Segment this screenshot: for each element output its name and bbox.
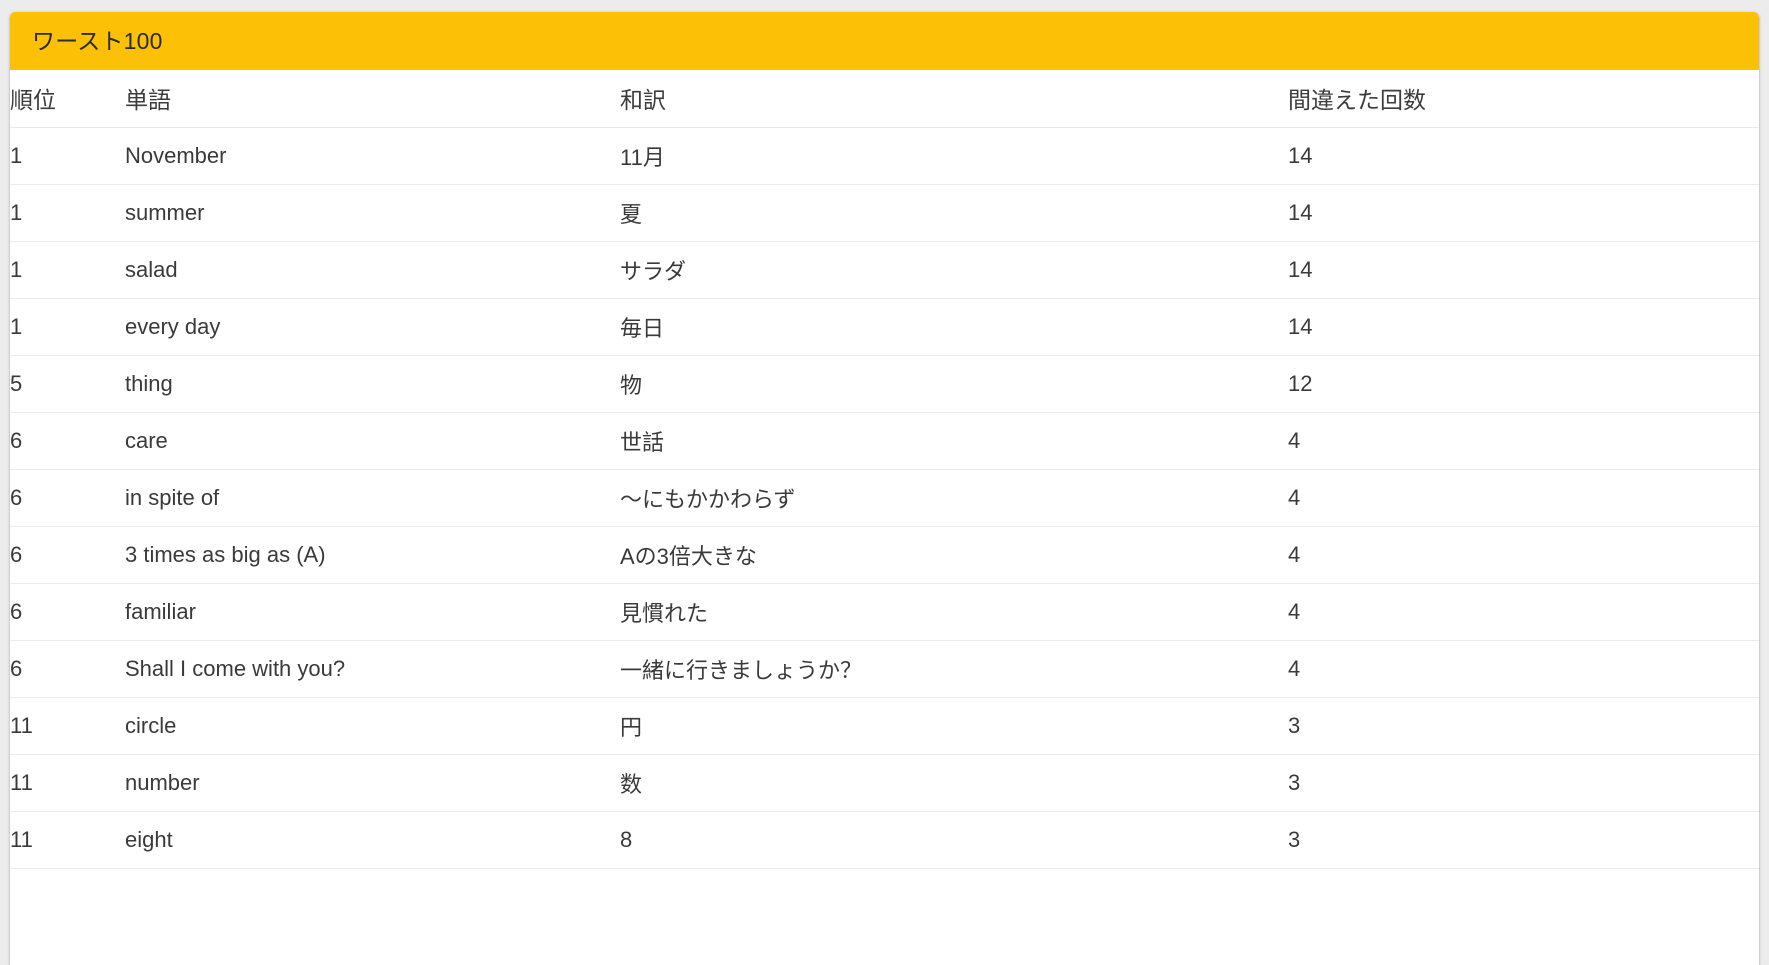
cell-translation: 11月 (620, 127, 1288, 185)
column-header-rank[interactable]: 順位 (10, 70, 125, 128)
cell-translation: 夏 (620, 184, 1288, 242)
cell-word: thing (125, 355, 620, 413)
cell-mistake-count: 14 (1288, 127, 1759, 185)
table-row[interactable]: 5 thing 物 12 (10, 355, 1759, 413)
cell-mistake-count: 3 (1288, 754, 1759, 812)
cell-word: 3 times as big as (A) (125, 526, 620, 584)
table-row[interactable]: 6 in spite of 〜にもかかわらず 4 (10, 469, 1759, 527)
cell-translation: 一緒に行きましょうか？ (620, 640, 1288, 698)
table-row[interactable]: 6 care 世話 4 (10, 412, 1759, 470)
column-header-translation[interactable]: 和訳 (620, 70, 1288, 128)
cell-word: salad (125, 241, 620, 299)
ranking-table: 順位 単語 和訳 間違えた回数 1 November 11月 14 1 summer 夏 14… (10, 70, 1759, 869)
cell-translation: 円 (620, 697, 1288, 755)
cell-mistake-count: 3 (1288, 697, 1759, 755)
cell-word: Shall I come with you? (125, 640, 620, 698)
cell-translation: 世話 (620, 412, 1288, 470)
cell-rank: 1 (10, 127, 125, 185)
cell-rank: 1 (10, 184, 125, 242)
cell-mistake-count: 4 (1288, 583, 1759, 641)
cell-translation: サラダ (620, 241, 1288, 299)
cell-rank: 6 (10, 640, 125, 698)
table-row[interactable]: 63 times as big as (A) Aの3倍大きな 4 (10, 526, 1759, 584)
cell-mistake-count: 4 (1288, 469, 1759, 527)
table-body: 1 November 11月 14 1 summer 夏 14 1 salad サラダ 14 1 ever… (10, 127, 1759, 869)
table-row[interactable]: 6 familiar 見慣れた 4 (10, 583, 1759, 641)
cell-word: number (125, 754, 620, 812)
table-row[interactable]: 6 Shall I come with you? 一緒に行きましょうか？ 4 (10, 640, 1759, 698)
cell-translation: 数 (620, 754, 1288, 812)
card-title: ワースト100 (32, 27, 163, 54)
cell-translation: 8 (620, 811, 1288, 869)
card-header: ワースト100 (10, 12, 1759, 70)
cell-mistake-count: 4 (1288, 640, 1759, 698)
cell-rank: 6 (10, 526, 125, 584)
cell-rank: 1 (10, 298, 125, 356)
table-row[interactable]: 1 summer 夏 14 (10, 184, 1759, 242)
cell-rank: 5 (10, 355, 125, 413)
cell-mistake-count: 14 (1288, 184, 1759, 242)
cell-rank: 11 (10, 754, 125, 812)
cell-translation: Aの3倍大きな (620, 526, 1288, 584)
table-row[interactable]: 1 salad サラダ 14 (10, 241, 1759, 299)
cell-word: in spite of (125, 469, 620, 527)
cell-word: eight (125, 811, 620, 869)
table-row[interactable]: 1 every day 毎日 14 (10, 298, 1759, 356)
table-row[interactable]: 1 November 11月 14 (10, 127, 1759, 185)
cell-mistake-count: 4 (1288, 526, 1759, 584)
cell-translation: 見慣れた (620, 583, 1288, 641)
cell-mistake-count: 3 (1288, 811, 1759, 869)
cell-mistake-count: 4 (1288, 412, 1759, 470)
cell-word: every day (125, 298, 620, 356)
worst-ranking-card: ワースト100 順位 単語 和訳 間違えた回数 1 November 11月 14 1 s… (10, 12, 1759, 965)
column-header-mistake-count[interactable]: 間違えた回数 (1288, 70, 1759, 128)
cell-translation: 〜にもかかわらず (620, 469, 1288, 527)
table-header: 順位 単語 和訳 間違えた回数 (10, 70, 1759, 128)
table-row[interactable]: 11 eight 8 3 (10, 811, 1759, 869)
cell-rank: 6 (10, 412, 125, 470)
cell-translation: 物 (620, 355, 1288, 413)
cell-rank: 11 (10, 811, 125, 869)
table-row[interactable]: 11 number 数 3 (10, 754, 1759, 812)
cell-mistake-count: 14 (1288, 241, 1759, 299)
cell-rank: 11 (10, 697, 125, 755)
cell-rank: 1 (10, 241, 125, 299)
table-row[interactable]: 11 circle 円 3 (10, 697, 1759, 755)
cell-mistake-count: 14 (1288, 298, 1759, 356)
column-header-word[interactable]: 単語 (125, 70, 620, 128)
cell-word: care (125, 412, 620, 470)
cell-word: summer (125, 184, 620, 242)
table-header-row: 順位 単語 和訳 間違えた回数 (10, 70, 1759, 128)
cell-word: circle (125, 697, 620, 755)
cell-rank: 6 (10, 469, 125, 527)
page-root: ワースト100 順位 単語 和訳 間違えた回数 1 November 11月 14 1 s… (0, 0, 1769, 965)
cell-rank: 6 (10, 583, 125, 641)
cell-mistake-count: 12 (1288, 355, 1759, 413)
cell-word: familiar (125, 583, 620, 641)
cell-translation: 毎日 (620, 298, 1288, 356)
cell-word: November (125, 127, 620, 185)
